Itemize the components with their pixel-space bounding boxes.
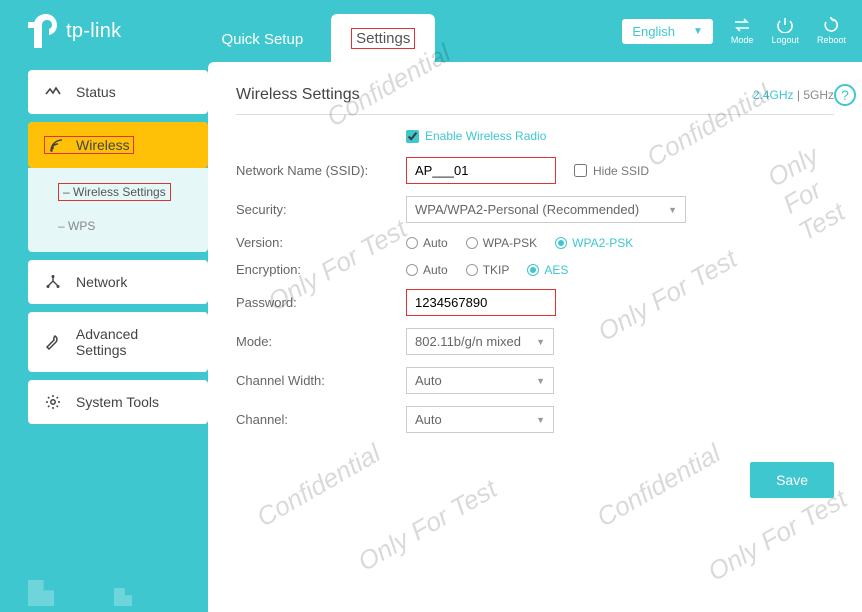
main-panel: ? Wireless Settings 2.4GHz | 5GHz Enable…	[208, 62, 862, 612]
page-title: Wireless Settings	[236, 86, 360, 104]
chevron-down-icon: ▼	[536, 337, 545, 347]
channel-select[interactable]: Auto ▼	[406, 406, 554, 433]
sidebar-wireless-label: Wireless	[76, 137, 130, 153]
wrench-icon	[44, 334, 62, 350]
hide-ssid-checkbox[interactable]: Hide SSID	[574, 164, 649, 178]
version-label: Version:	[236, 235, 406, 250]
top-tabs: Quick Setup Settings	[201, 0, 435, 62]
security-value: WPA/WPA2-Personal (Recommended)	[415, 202, 639, 217]
hide-ssid-input[interactable]	[574, 164, 587, 177]
reboot-label: Reboot	[817, 35, 846, 45]
tab-quick-setup[interactable]: Quick Setup	[201, 17, 323, 62]
ssid-input[interactable]	[406, 157, 556, 184]
channel-label: Channel:	[236, 412, 406, 427]
mode-select[interactable]: 802.11b/g/n mixed ▼	[406, 328, 554, 355]
sidebar-status-label: Status	[76, 84, 116, 100]
sidebar-item-network[interactable]: Network	[28, 260, 208, 304]
tab-settings[interactable]: Settings	[331, 14, 435, 63]
chevron-down-icon: ▼	[693, 26, 703, 37]
sidebar-advanced-label: Advanced Settings	[76, 326, 192, 358]
password-input[interactable]	[406, 289, 556, 316]
encryption-label: Encryption:	[236, 262, 406, 277]
ssid-label: Network Name (SSID):	[236, 163, 406, 178]
chevron-down-icon: ▼	[536, 376, 545, 386]
brand-text: tp-link	[66, 20, 121, 43]
mode-value: 802.11b/g/n mixed	[415, 334, 521, 349]
security-label: Security:	[236, 202, 406, 217]
sidebar-item-status[interactable]: Status	[28, 70, 208, 114]
wireless-icon	[48, 138, 66, 152]
header-right: English ▼ Mode Logout Reboot	[622, 17, 846, 45]
gear-icon	[44, 394, 62, 410]
sidebar-network-label: Network	[76, 274, 127, 290]
hide-ssid-label: Hide SSID	[593, 164, 649, 178]
reboot-button[interactable]: Reboot	[817, 17, 846, 45]
mode-label: Mode:	[236, 334, 406, 349]
version-wpa2-radio[interactable]: WPA2-PSK	[555, 236, 633, 250]
enable-wireless-input[interactable]	[406, 130, 419, 143]
sidebar-system-label: System Tools	[76, 394, 159, 410]
security-select[interactable]: WPA/WPA2-Personal (Recommended) ▼	[406, 196, 686, 223]
sidebar-sub-wireless-settings[interactable]: – Wireless Settings	[28, 174, 208, 210]
channel-width-select[interactable]: Auto ▼	[406, 367, 554, 394]
chevron-down-icon: ▼	[536, 415, 545, 425]
password-label: Password:	[236, 295, 406, 310]
sidebar-item-system[interactable]: System Tools	[28, 380, 208, 424]
logout-label: Logout	[771, 35, 799, 45]
sidebar-item-advanced[interactable]: Advanced Settings	[28, 312, 208, 372]
language-select[interactable]: English ▼	[622, 19, 713, 44]
header: tp-link Quick Setup Settings English ▼ M…	[0, 0, 862, 62]
sidebar-sub-wps[interactable]: – WPS	[28, 210, 208, 242]
sidebar-item-wireless[interactable]: Wireless	[28, 122, 208, 168]
band-switch[interactable]: 2.4GHz | 5GHz	[753, 88, 834, 102]
network-icon	[44, 275, 62, 289]
version-wpa-radio[interactable]: WPA-PSK	[466, 236, 537, 250]
language-value: English	[632, 24, 675, 39]
save-button[interactable]: Save	[750, 462, 834, 498]
enable-wireless-checkbox[interactable]: Enable Wireless Radio	[406, 129, 834, 143]
logout-button[interactable]: Logout	[771, 17, 799, 45]
status-icon	[44, 86, 62, 98]
decoration	[28, 580, 132, 606]
sidebar: Status Wireless – Wireless Settings – WP…	[0, 62, 208, 612]
logo: tp-link	[28, 14, 121, 48]
enc-auto-radio[interactable]: Auto	[406, 263, 448, 277]
enc-tkip-radio[interactable]: TKIP	[466, 263, 510, 277]
mode-label: Mode	[731, 35, 754, 45]
channel-width-label: Channel Width:	[236, 373, 406, 388]
enc-aes-radio[interactable]: AES	[527, 263, 568, 277]
mode-button[interactable]: Mode	[731, 17, 754, 45]
sidebar-wireless-sub: – Wireless Settings – WPS	[28, 168, 208, 252]
chevron-down-icon: ▼	[668, 205, 677, 215]
enable-wireless-label: Enable Wireless Radio	[425, 129, 546, 143]
version-auto-radio[interactable]: Auto	[406, 236, 448, 250]
ch-value: Auto	[415, 412, 442, 427]
cw-value: Auto	[415, 373, 442, 388]
help-icon[interactable]: ?	[834, 84, 856, 106]
tplink-logo-icon	[28, 14, 58, 48]
